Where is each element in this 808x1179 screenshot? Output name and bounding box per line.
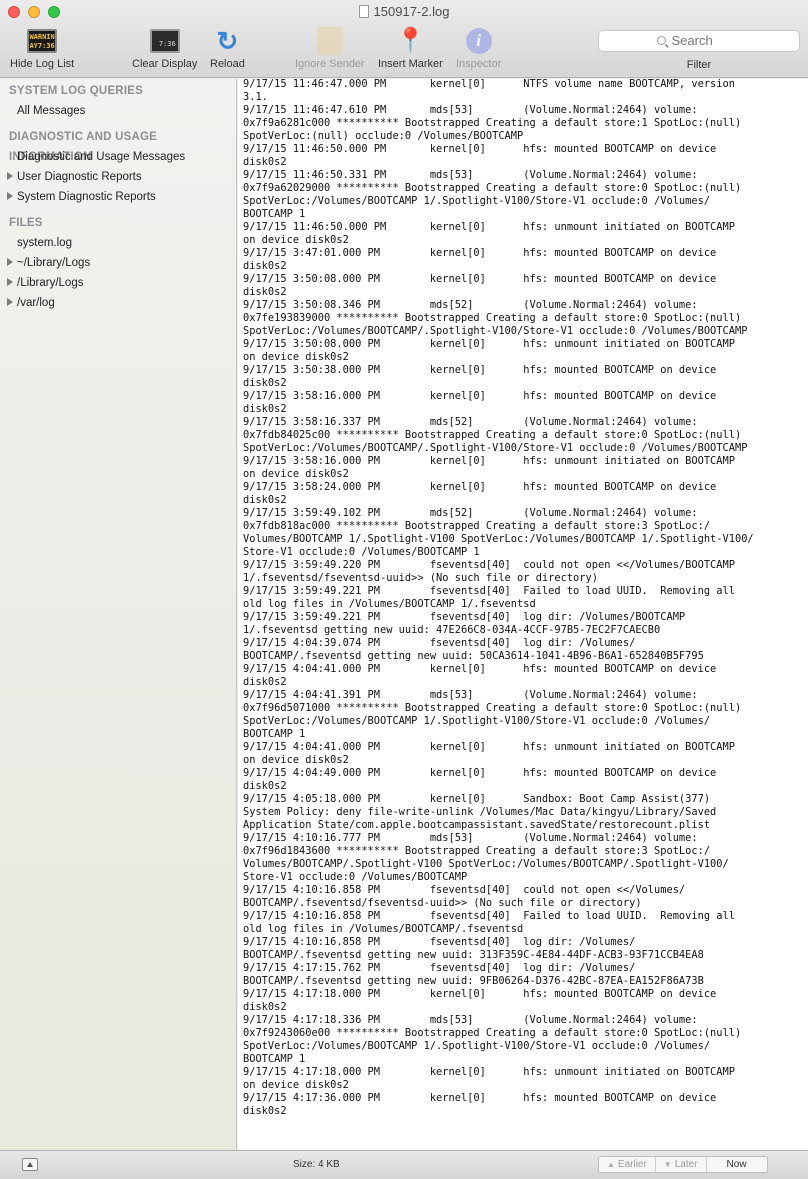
- sidebar-item-library-logs[interactable]: /Library/Logs: [0, 273, 236, 293]
- disclosure-triangle-icon[interactable]: [7, 192, 13, 200]
- search-input[interactable]: [671, 33, 742, 48]
- now-button[interactable]: Now: [707, 1157, 767, 1172]
- earlier-button[interactable]: Earlier: [599, 1157, 656, 1172]
- search-field[interactable]: [598, 30, 800, 52]
- hide-log-list-button[interactable]: WARNIN AY7:36 Hide Log List: [10, 26, 74, 70]
- reload-label: Reload: [210, 58, 245, 70]
- clear-display-label: Clear Display: [132, 58, 198, 70]
- disclosure-triangle-icon[interactable]: [7, 278, 13, 286]
- window-title: 150917-2.log: [0, 4, 808, 19]
- clear-display-button[interactable]: 7:36 Clear Display: [132, 26, 197, 70]
- disclosure-triangle-icon[interactable]: [7, 298, 13, 306]
- sidebar-item-all-messages[interactable]: All Messages: [0, 101, 236, 121]
- search-icon: [656, 36, 666, 45]
- insert-marker-label: Insert Marker: [378, 58, 443, 70]
- sidebar-item-label: User Diagnostic Reports: [17, 171, 142, 183]
- ignore-sender-icon: [316, 27, 343, 55]
- inspector-label: Inspector: [456, 58, 502, 70]
- reload-button[interactable]: ↻ Reload: [210, 26, 245, 70]
- sidebar-item-user-library-logs[interactable]: ~/Library/Logs: [0, 253, 236, 273]
- hide-log-list-label: Hide Log List: [10, 58, 75, 70]
- inspector-button[interactable]: i Inspector: [456, 26, 501, 70]
- status-bar: Size: 4 KB Earlier Later Now: [0, 1150, 808, 1179]
- log-size-label: Size: 4 KB: [293, 1159, 340, 1170]
- disclosure-triangle-icon[interactable]: [7, 258, 13, 266]
- ignore-sender-label: Ignore Sender: [295, 58, 365, 70]
- disclosure-triangle-icon[interactable]: [7, 172, 13, 180]
- window-title-text: 150917-2.log: [373, 4, 450, 19]
- sidebar-item-system-diagnostic-reports[interactable]: System Diagnostic Reports: [0, 187, 236, 207]
- sidebar-item-diagnostic-messages[interactable]: Diagnostic and Usage Messages: [0, 147, 236, 167]
- sidebar-item-label: System Diagnostic Reports: [17, 191, 156, 203]
- sidebar-item-label: /var/log: [17, 297, 55, 309]
- insert-marker-button[interactable]: 📍 Insert Marker: [378, 26, 443, 70]
- window-toolbar: 150917-2.log WARNIN AY7:36 Hide Log List…: [0, 0, 808, 78]
- section-diagnostic-usage: DIAGNOSTIC AND USAGE INFORMATION: [9, 131, 157, 163]
- reload-icon: ↻: [216, 26, 239, 56]
- log-content-view[interactable]: 9/17/15 11:46:47.000 PM kernel[0] NTFS v…: [238, 79, 808, 1150]
- log-text: 9/17/15 11:46:47.000 PM kernel[0] NTFS v…: [243, 79, 754, 1117]
- sidebar-item-label: /Library/Logs: [17, 277, 84, 289]
- log-list-sidebar: SYSTEM LOG QUERIES All Messages DIAGNOST…: [0, 79, 237, 1150]
- console-icon: WARNIN AY7:36: [27, 29, 58, 53]
- section-system-log-queries: SYSTEM LOG QUERIES: [9, 85, 143, 97]
- ignore-sender-button[interactable]: Ignore Sender: [295, 26, 365, 70]
- sidebar-item-system-log[interactable]: system.log: [0, 233, 236, 253]
- document-icon: [358, 5, 369, 18]
- pin-icon: 📍: [395, 27, 426, 54]
- sidebar-item-var-log[interactable]: /var/log: [0, 293, 236, 313]
- sidebar-item-label: ~/Library/Logs: [17, 257, 91, 269]
- sidebar-item-user-diagnostic-reports[interactable]: User Diagnostic Reports: [0, 167, 236, 187]
- time-navigation-control: Earlier Later Now: [598, 1156, 768, 1173]
- clear-display-icon: 7:36: [149, 29, 180, 53]
- later-button[interactable]: Later: [656, 1157, 707, 1172]
- toggle-sidebar-button[interactable]: [22, 1158, 38, 1171]
- section-files: FILES: [9, 217, 43, 229]
- filter-label: Filter: [686, 59, 712, 71]
- info-icon: i: [465, 28, 492, 54]
